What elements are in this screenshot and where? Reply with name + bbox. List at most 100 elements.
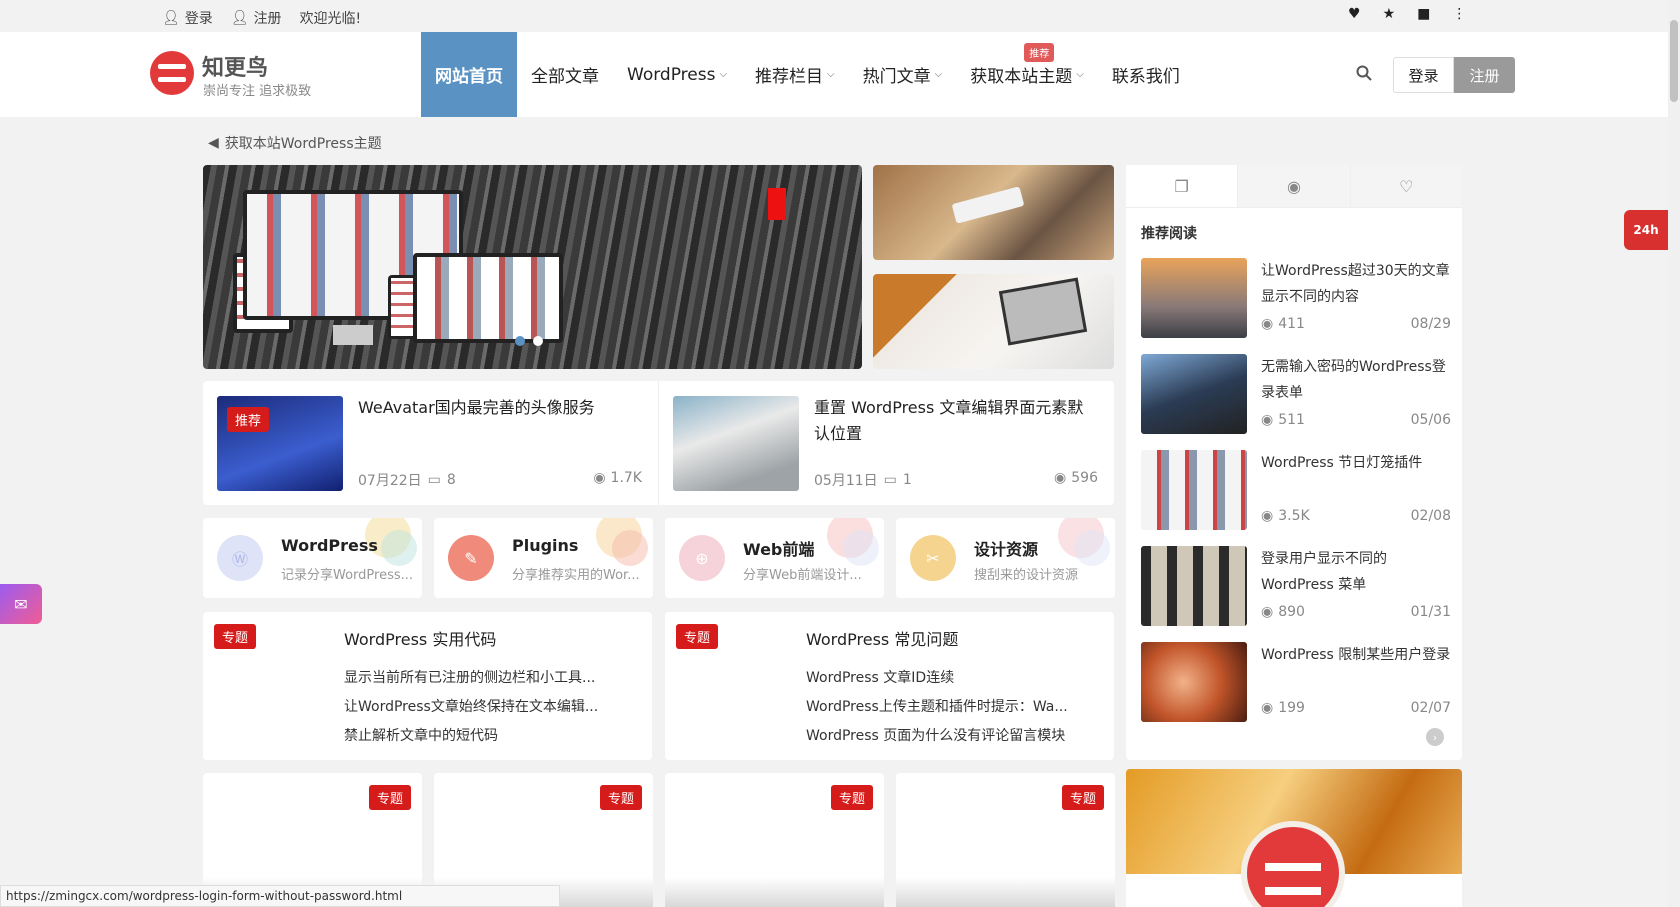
- post-comments: 1: [902, 472, 912, 488]
- post-views: 1.7K: [610, 470, 642, 486]
- heart-icon: ♡: [1399, 176, 1414, 196]
- sidebar-post[interactable]: 无需输入密码的WordPress登录表单 ◉ 511 05/06: [1141, 354, 1451, 434]
- scrollbar-thumb[interactable]: [1670, 20, 1678, 102]
- slide-laptop-image: [413, 253, 563, 343]
- post-title[interactable]: WeAvatar国内最完善的头像服务: [358, 395, 638, 421]
- heart-icon[interactable]: ♥: [1348, 6, 1361, 22]
- slide-logo-mark: [768, 188, 786, 220]
- topic-badge: 专题: [368, 785, 411, 810]
- sidebar-post-title[interactable]: WordPress 节日灯笼插件: [1261, 450, 1451, 476]
- main-nav: 网站首页 全部文章 WordPress ⌵ 推荐栏目 ⌵ 热门文章 ⌵ 推荐 获取本站主…: [421, 32, 1194, 117]
- copy-icon: ❐: [1174, 176, 1189, 196]
- feature-image-desk[interactable]: [873, 165, 1114, 260]
- page-scrollbar[interactable]: [1668, 0, 1680, 907]
- notice-bar[interactable]: ◀ 获取本站WordPress主题: [208, 133, 382, 153]
- top-register-link[interactable]: 👤︎ 注册: [231, 8, 282, 28]
- top-bar: 👤︎ 登录 👤︎ 注册 欢迎光临! ♥ ★ ■ ⋮: [0, 0, 1680, 32]
- sidebar-banner[interactable]: [1126, 769, 1462, 907]
- sidebar-post[interactable]: 登录用户显示不同的 WordPress 菜单 ◉ 890 01/31: [1141, 546, 1451, 626]
- topic-link[interactable]: WordPress上传主题和插件时提示：Wa...: [806, 693, 1068, 722]
- top-login-link[interactable]: 👤︎ 登录: [162, 8, 213, 28]
- chevron-down-icon: ⌵: [1076, 69, 1084, 80]
- welcome-text: 欢迎光临!: [299, 11, 362, 27]
- topic-link[interactable]: 显示当前所有已注册的侧边栏和小工具...: [344, 664, 598, 693]
- post-card[interactable]: 重置 WordPress 文章编辑界面元素默认位置 05月11日 ▭ 1 ◉ 5…: [658, 381, 1114, 505]
- category-card-wordpress[interactable]: Ⓦ WordPress 记录分享WordPress...: [203, 518, 422, 598]
- topic-card[interactable]: 专题 WordPress 常见问题 WordPress 文章ID连续 WordP…: [665, 612, 1114, 760]
- hero-slider[interactable]: [203, 165, 862, 369]
- post-card[interactable]: 推荐 WeAvatar国内最完善的头像服务 07月22日 ▭ 8 ◉ 1.7K: [203, 381, 658, 505]
- eye-icon: ◉: [1261, 412, 1274, 428]
- topic-badge: 专题: [676, 624, 719, 649]
- site-name[interactable]: 知更鸟: [202, 50, 268, 82]
- site-logo[interactable]: [150, 51, 194, 95]
- nav-contact[interactable]: 联系我们: [1098, 32, 1194, 117]
- tab-popular[interactable]: ◉: [1237, 165, 1350, 207]
- slider-dots: [515, 336, 543, 346]
- category-card-design[interactable]: ✂ 设计资源 搜刮来的设计资源: [896, 518, 1115, 598]
- topic-link[interactable]: 禁止解析文章中的短代码: [344, 722, 598, 751]
- post-date: 05月11日: [814, 473, 878, 489]
- nav-home[interactable]: 网站首页: [421, 32, 517, 117]
- feature-image-laptop[interactable]: [873, 274, 1114, 369]
- category-name: Web前端: [743, 540, 815, 559]
- register-button[interactable]: 注册: [1454, 57, 1515, 93]
- user-add-icon: 👤︎: [230, 10, 249, 26]
- topic-title[interactable]: WordPress 实用代码: [344, 626, 496, 650]
- nav-all-articles[interactable]: 全部文章: [517, 32, 613, 117]
- mail-button[interactable]: ✉: [0, 584, 42, 624]
- support-24h-button[interactable]: 24h: [1624, 210, 1668, 250]
- nav-get-theme[interactable]: 推荐 获取本站主题 ⌵: [956, 32, 1098, 117]
- sidebar-post[interactable]: WordPress 节日灯笼插件 ◉ 3.5K 02/08: [1141, 450, 1451, 530]
- topic-stub-card[interactable]: 专题: [896, 773, 1115, 907]
- sidebar-post[interactable]: WordPress 限制某些用户登录 ◉ 199 02/07: [1141, 642, 1451, 722]
- site-header: 知更鸟 崇尚专注 追求极致 网站首页 全部文章 WordPress ⌵ 推荐栏目 ⌵…: [0, 32, 1668, 117]
- eye-icon: ◉: [1261, 604, 1274, 620]
- slider-dot[interactable]: [515, 336, 525, 346]
- tab-liked[interactable]: ♡: [1349, 165, 1462, 207]
- chevron-down-icon: ⌵: [719, 69, 728, 80]
- search-icon[interactable]: [1356, 65, 1372, 81]
- sidebar-widget: ❐ ◉ ♡ 推荐阅读 让WordPress超过30天的文章显示不同的内容 ◉ 41…: [1126, 165, 1462, 760]
- category-name: Plugins: [512, 536, 579, 555]
- post-thumbnail[interactable]: [673, 396, 799, 491]
- sidebar-post[interactable]: 让WordPress超过30天的文章显示不同的内容 ◉ 411 08/29: [1141, 258, 1451, 338]
- nav-recommended[interactable]: 推荐栏目 ⌵: [741, 32, 849, 117]
- category-desc: 记录分享WordPress...: [281, 568, 414, 583]
- chevron-right-icon[interactable]: ›: [1426, 728, 1444, 746]
- comment-icon: ▭: [427, 472, 441, 488]
- sidebar-post-date: 02/08: [1410, 508, 1451, 524]
- bag-icon[interactable]: ■: [1417, 6, 1430, 22]
- category-card-plugins[interactable]: ✎ Plugins 分享推荐实用的Wor...: [434, 518, 653, 598]
- post-title[interactable]: 重置 WordPress 文章编辑界面元素默认位置: [814, 395, 1094, 447]
- sidebar-thumbnail[interactable]: [1141, 354, 1247, 434]
- speaker-icon: ◀: [208, 135, 219, 151]
- slider-dot[interactable]: [533, 336, 543, 346]
- sidebar-post-title[interactable]: 让WordPress超过30天的文章显示不同的内容: [1261, 258, 1451, 310]
- star-icon[interactable]: ★: [1383, 6, 1396, 22]
- nav-badge: 推荐: [1024, 43, 1055, 62]
- sidebar-post-title[interactable]: 登录用户显示不同的 WordPress 菜单: [1261, 546, 1451, 598]
- nav-wordpress[interactable]: WordPress ⌵: [613, 32, 741, 117]
- topic-link[interactable]: WordPress 文章ID连续: [806, 664, 1068, 693]
- sidebar-post-date: 05/06: [1410, 412, 1451, 428]
- login-button[interactable]: 登录: [1393, 57, 1454, 93]
- nav-hot[interactable]: 热门文章 ⌵: [849, 32, 957, 117]
- more-icon[interactable]: ⋮: [1452, 6, 1466, 22]
- eye-icon: ◉: [1261, 508, 1274, 524]
- sidebar-thumbnail[interactable]: [1141, 642, 1247, 722]
- sidebar-thumbnail[interactable]: [1141, 450, 1247, 530]
- topic-title[interactable]: WordPress 常见问题: [806, 626, 958, 650]
- sidebar-post-title[interactable]: 无需输入密码的WordPress登录表单: [1261, 354, 1451, 406]
- sidebar-thumbnail[interactable]: [1141, 258, 1247, 338]
- plugin-icon: ✎: [448, 535, 494, 581]
- topic-card[interactable]: 专题 WordPress 实用代码 显示当前所有已注册的侧边栏和小工具... 让…: [203, 612, 652, 760]
- category-card-web-frontend[interactable]: ⊕ Web前端 分享Web前端设计...: [665, 518, 884, 598]
- eye-icon: ◉: [593, 470, 606, 486]
- sidebar-thumbnail[interactable]: [1141, 546, 1247, 626]
- topic-stub-card[interactable]: 专题: [665, 773, 884, 907]
- topic-link[interactable]: 让WordPress文章始终保持在文本编辑...: [344, 693, 598, 722]
- topic-link[interactable]: WordPress 页面为什么没有评论留言模块: [806, 722, 1068, 751]
- sidebar-post-title[interactable]: WordPress 限制某些用户登录: [1261, 642, 1451, 668]
- tab-recommended[interactable]: ❐: [1126, 165, 1238, 207]
